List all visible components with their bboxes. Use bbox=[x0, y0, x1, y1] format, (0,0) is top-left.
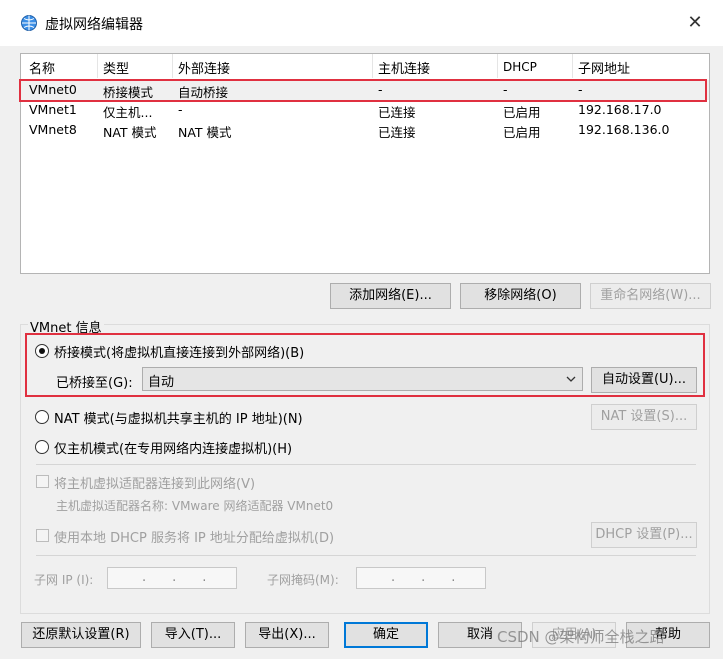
network-editor-icon bbox=[21, 15, 37, 31]
bridged-to-value: 自动 bbox=[148, 375, 175, 390]
ok-button[interactable]: 确定 bbox=[344, 622, 428, 648]
host-only-radio[interactable] bbox=[35, 440, 49, 454]
cell-type: 仅主机... bbox=[103, 105, 153, 120]
subnet-ip-label: 子网 IP (I): bbox=[34, 573, 94, 587]
export-button[interactable]: 导出(X)... bbox=[245, 622, 329, 648]
divider bbox=[36, 464, 696, 465]
cell-host: 已连接 bbox=[378, 125, 416, 140]
add-network-button[interactable]: 添加网络(E)... bbox=[330, 283, 451, 309]
cell-type: NAT 模式 bbox=[103, 125, 157, 140]
highlight-box-row bbox=[19, 79, 707, 102]
subnet-ip-dots: ... bbox=[142, 570, 233, 585]
bridged-to-label: 已桥接至(G): bbox=[56, 376, 133, 391]
cell-external: - bbox=[178, 102, 183, 117]
cell-subnet: 192.168.17.0 bbox=[578, 102, 662, 117]
rename-network-button[interactable]: 重命名网络(W)... bbox=[590, 283, 711, 309]
subnet-ip-input[interactable]: ... bbox=[107, 567, 237, 589]
cell-external: NAT 模式 bbox=[178, 125, 232, 140]
cell-name: VMnet1 bbox=[29, 102, 77, 117]
host-only-label[interactable]: 仅主机模式(在专用网络内连接虚拟机)(H) bbox=[54, 438, 292, 457]
window-title: 虚拟网络编辑器 bbox=[45, 17, 143, 33]
divider bbox=[36, 555, 696, 556]
cell-name: VMnet8 bbox=[29, 122, 77, 137]
cell-dhcp: 已启用 bbox=[503, 125, 541, 140]
use-dhcp-checkbox[interactable] bbox=[36, 529, 49, 542]
nat-settings-button[interactable]: NAT 设置(S)... bbox=[591, 404, 697, 430]
cell-subnet: 192.168.136.0 bbox=[578, 122, 670, 137]
column-header-dhcp[interactable]: DHCP bbox=[503, 60, 537, 74]
column-header-name[interactable]: 名称 bbox=[29, 58, 55, 77]
dhcp-settings-button[interactable]: DHCP 设置(P)... bbox=[591, 522, 697, 548]
column-header-host[interactable]: 主机连接 bbox=[378, 58, 430, 77]
use-dhcp-label[interactable]: 使用本地 DHCP 服务将 IP 地址分配给虚拟机(D) bbox=[54, 527, 334, 546]
column-header-subnet[interactable]: 子网地址 bbox=[578, 58, 630, 77]
subnet-mask-label: 子网掩码(M): bbox=[267, 573, 339, 587]
remove-network-button[interactable]: 移除网络(O) bbox=[460, 283, 581, 309]
subnet-mask-input[interactable]: ... bbox=[356, 567, 486, 589]
table-header: 名称 类型 外部连接 主机连接 DHCP 子网地址 bbox=[21, 54, 709, 78]
cell-host: 已连接 bbox=[378, 105, 416, 120]
bridged-to-select[interactable]: 自动 bbox=[142, 367, 583, 391]
cell-dhcp: 已启用 bbox=[503, 105, 541, 120]
adapter-name-text: 主机虚拟适配器名称: VMware 网络适配器 VMnet0 bbox=[56, 499, 334, 513]
column-header-type[interactable]: 类型 bbox=[103, 58, 129, 77]
bridged-mode-radio[interactable] bbox=[35, 344, 49, 358]
table-row[interactable]: VMnet8 NAT 模式 NAT 模式 已连接 已启用 192.168.136… bbox=[21, 120, 709, 140]
watermark-text: CSDN @架构师全栈之路 bbox=[497, 628, 665, 646]
close-button[interactable]: ✕ bbox=[680, 10, 710, 38]
nat-mode-label[interactable]: NAT 模式(与虚拟机共享主机的 IP 地址)(N) bbox=[54, 408, 303, 427]
connect-adapter-label[interactable]: 将主机虚拟适配器连接到此网络(V) bbox=[54, 473, 255, 492]
subnet-mask-dots: ... bbox=[391, 570, 482, 585]
connect-adapter-checkbox[interactable] bbox=[36, 475, 49, 488]
chevron-down-icon bbox=[566, 376, 576, 382]
nat-mode-radio[interactable] bbox=[35, 410, 49, 424]
column-header-external[interactable]: 外部连接 bbox=[178, 58, 230, 77]
table-row[interactable]: VMnet1 仅主机... - 已连接 已启用 192.168.17.0 bbox=[21, 100, 709, 120]
auto-settings-button[interactable]: 自动设置(U)... bbox=[591, 367, 697, 393]
restore-defaults-button[interactable]: 还原默认设置(R) bbox=[21, 622, 141, 648]
import-button[interactable]: 导入(T)... bbox=[151, 622, 235, 648]
bridged-mode-label[interactable]: 桥接模式(将虚拟机直接连接到外部网络)(B) bbox=[54, 342, 304, 361]
title-bar: 虚拟网络编辑器 ✕ bbox=[0, 0, 723, 46]
